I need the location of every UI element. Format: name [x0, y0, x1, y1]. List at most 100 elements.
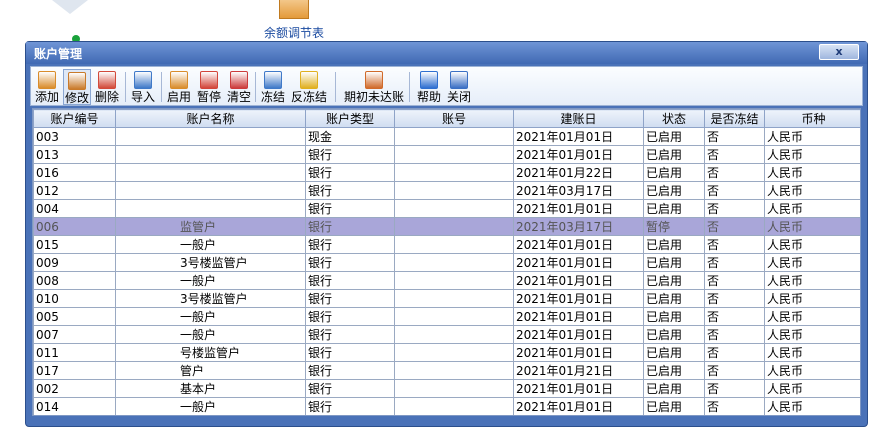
table-row[interactable]: 002 基本户 银行 2021年01月01日 已启用否人民币 [33, 379, 860, 398]
toolbar-button-9[interactable]: 期初未达账 [341, 69, 407, 105]
toolbar-button-10[interactable]: 帮助 [415, 69, 443, 105]
window-titlebar[interactable]: 账户管理 x [26, 42, 867, 64]
pause-icon [200, 71, 218, 89]
toolbar-button-8[interactable]: 反冻结 [289, 69, 329, 105]
table-cell: 003 [33, 127, 116, 146]
table-cell: 银行 [305, 271, 395, 290]
table-cell [115, 127, 306, 146]
table-cell: 008 [33, 271, 116, 290]
table-cell: 否 [704, 307, 765, 326]
clear-icon [230, 71, 248, 89]
column-header[interactable]: 账户类型 [305, 109, 395, 128]
table-cell: 银行 [305, 199, 395, 218]
table-cell [394, 145, 514, 164]
table-cell: 2021年01月01日 [513, 235, 644, 254]
table-row[interactable]: 014 一般户 银行 2021年01月01日 已启用否人民币 [33, 397, 860, 415]
table-cell [394, 397, 514, 415]
table-cell: 否 [704, 379, 765, 398]
table-cell: 2021年01月01日 [513, 397, 644, 415]
table-cell: 人民币 [764, 181, 860, 200]
table-cell: 人民币 [764, 271, 860, 290]
table-row[interactable]: 006 监管户 银行 2021年03月17日 暂停否人民币 [33, 217, 860, 236]
table-cell: 银行 [305, 181, 395, 200]
table-cell: 2021年01月01日 [513, 379, 644, 398]
table-row[interactable]: 004 银行 2021年01月01日 已启用否人民币 [33, 199, 860, 218]
toolbar-button-11[interactable]: 关闭 [445, 69, 473, 105]
toolbar-button-6[interactable]: 清空 [225, 69, 253, 105]
toolbar-button-label: 冻结 [260, 90, 285, 104]
table-cell [115, 145, 306, 164]
table-cell: 2021年01月01日 [513, 343, 644, 362]
table-cell: 银行 [305, 145, 395, 164]
table-cell [394, 361, 514, 380]
table-row[interactable]: 005 一般户 银行 2021年01月01日 已启用否人民币 [33, 307, 860, 326]
table-cell [394, 289, 514, 308]
column-header[interactable]: 账号 [394, 109, 514, 128]
column-header[interactable]: 账户编号 [33, 109, 116, 128]
table-row[interactable]: 007 一般户 银行 2021年01月01日 已启用否人民币 [33, 325, 860, 344]
table-row[interactable]: 003 现金 2021年01月01日 已启用否人民币 [33, 127, 860, 146]
table-cell: 人民币 [764, 127, 860, 146]
toolbar-button-4[interactable]: 启用 [165, 69, 193, 105]
window-title: 账户管理 [34, 47, 83, 61]
table-cell: 009 [33, 253, 116, 272]
table-cell: 银行 [305, 217, 395, 236]
table-cell: 2021年01月22日 [513, 163, 644, 182]
table-header-row: 账户编号 账户名称 账户类型 账号 建账日 状态 是否冻结 币种 [33, 109, 860, 128]
toolbar-button-3[interactable]: 导入 [129, 69, 157, 105]
column-header[interactable]: 状态 [643, 109, 705, 128]
table-cell: 否 [704, 199, 765, 218]
table-cell: 基本户 [115, 379, 306, 398]
toolbar-button-7[interactable]: 冻结 [259, 69, 287, 105]
account-management-window: 账户管理 x 添加 修改 删除 导入 启用 暂停 清空 冻结 反冻结 期初未达账 帮助 关闭 账户编号… [25, 41, 868, 427]
close-window-icon [450, 71, 468, 89]
toolbar-button-2[interactable]: 删除 [93, 69, 121, 105]
table-cell [394, 199, 514, 218]
table-cell: 3号楼监管户 [115, 253, 306, 272]
toolbar-button-label: 添加 [34, 90, 59, 104]
table-cell: 已启用 [643, 397, 705, 415]
table-cell: 管户 [115, 361, 306, 380]
table-cell: 否 [704, 181, 765, 200]
table-cell: 已启用 [643, 253, 705, 272]
table-cell [394, 307, 514, 326]
enable-icon [170, 71, 188, 89]
balance-table-icon[interactable] [279, 0, 309, 19]
table-cell: 否 [704, 217, 765, 236]
toolbar-button-label: 反冻结 [290, 90, 327, 104]
table-row[interactable]: 013 银行 2021年01月01日 已启用否人民币 [33, 145, 860, 164]
table-cell: 一般户 [115, 235, 306, 254]
table-row[interactable]: 012 银行 2021年03月17日 已启用否人民币 [33, 181, 860, 200]
table-row[interactable]: 009 3号楼监管户 银行 2021年01月01日 已启用否人民币 [33, 253, 860, 272]
toolbar-separator [161, 72, 162, 102]
table-row[interactable]: 017 管户 银行 2021年01月21日 已启用否人民币 [33, 361, 860, 380]
table-cell: 否 [704, 163, 765, 182]
table-row[interactable]: 010 3号楼监管户 银行 2021年01月01日 已启用否人民币 [33, 289, 860, 308]
table-cell: 007 [33, 325, 116, 344]
close-button[interactable]: x [819, 44, 859, 60]
table-cell: 人民币 [764, 145, 860, 164]
toolbar-button-0[interactable]: 添加 [33, 69, 61, 105]
column-header[interactable]: 币种 [764, 109, 860, 128]
toolbar-button-1[interactable]: 修改 [63, 69, 91, 105]
table-cell: 2021年01月01日 [513, 307, 644, 326]
table-row[interactable]: 011 号楼监管户 银行 2021年01月01日 已启用否人民币 [33, 343, 860, 362]
table-cell: 013 [33, 145, 116, 164]
column-header[interactable]: 是否冻结 [704, 109, 765, 128]
toolbar-button-label: 帮助 [416, 90, 441, 104]
table-row[interactable]: 015 一般户 银行 2021年01月01日 已启用否人民币 [33, 235, 860, 254]
import-icon [134, 71, 152, 89]
table-cell: 2021年01月01日 [513, 127, 644, 146]
column-header[interactable]: 账户名称 [115, 109, 306, 128]
toolbar-button-5[interactable]: 暂停 [195, 69, 223, 105]
table-cell: 017 [33, 361, 116, 380]
table-cell: 2021年01月01日 [513, 145, 644, 164]
table-row[interactable]: 016 银行 2021年01月22日 已启用否人民币 [33, 163, 860, 182]
unfreeze-icon [300, 71, 318, 89]
desktop-icon-label[interactable]: 余额调节表 [252, 24, 336, 41]
column-header[interactable]: 建账日 [513, 109, 644, 128]
table-row[interactable]: 008 一般户 银行 2021年01月01日 已启用否人民币 [33, 271, 860, 290]
table-cell: 已启用 [643, 235, 705, 254]
toolbar: 添加 修改 删除 导入 启用 暂停 清空 冻结 反冻结 期初未达账 帮助 关闭 [30, 66, 863, 106]
table-cell: 已启用 [643, 199, 705, 218]
